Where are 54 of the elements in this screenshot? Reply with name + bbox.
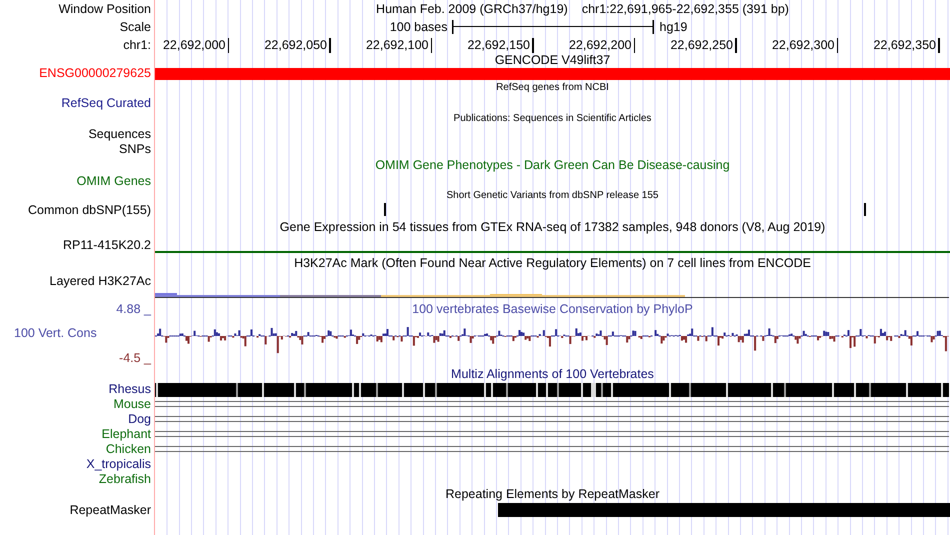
coordinate-label: 22,692,200 (568, 38, 632, 52)
track-title: Publications: Sequences in Scientific Articles (452, 114, 652, 124)
tick-mark (836, 38, 838, 52)
track-label: Layered H3K27Ac (50, 275, 151, 288)
assembly-text: hg19 (658, 20, 688, 34)
track-label: Common dbSNP(155) (28, 204, 151, 216)
variant-mark (864, 203, 866, 216)
track-label: Dog (128, 413, 151, 426)
track-label: Elephant (102, 428, 151, 441)
track-title: Repeating Elements by RepeatMasker (444, 488, 660, 501)
variant-mark (384, 203, 386, 216)
track-title: Gene Expression in 54 tissues from GTEx RNA-seq of 17382 samples, 948 donors (V8, Aug 2019) (278, 220, 826, 234)
track-label: SNPs (119, 143, 151, 156)
track-title: RefSeq genes from NCBI (495, 83, 610, 93)
track-label: OMIM Genes (76, 175, 151, 188)
track-label: RP11-415K20.2 (62, 238, 151, 252)
track-label: 100 Vert. Cons (14, 326, 97, 340)
tick-mark (532, 38, 534, 52)
assembly-title: Human Feb. 2009 (GRCh37/hg19) (376, 2, 568, 16)
track-label: 4.88 _ (116, 303, 151, 316)
track-label: -4.5 _ (119, 352, 151, 364)
track-title: H3K27Ac Mark (Often Found Near Active Regulatory Elements) on 7 cell lines from ENCODE (293, 256, 812, 270)
tick-mark (938, 38, 940, 52)
position-text: chr1:22,691,965-22,692,355 (391 bp) (582, 2, 789, 16)
coordinate-label: 22,692,100 (366, 38, 430, 52)
scale-text: 100 bases (390, 20, 448, 34)
track-title: Short Genetic Variants from dbSNP release 155 (446, 190, 660, 200)
track-label: Rhesus (108, 383, 151, 396)
tick-mark (634, 38, 635, 52)
track-label: Sequences (88, 128, 151, 141)
track-title: OMIM Gene Phenotypes - Dark Green Can Be Disease-causing (374, 159, 731, 172)
track-label: RepeatMasker (70, 504, 151, 516)
track-title: GENCODE V49lift37 (494, 54, 612, 66)
track-title: Multiz Alignments of 100 Vertebrates (450, 368, 655, 380)
track-title: 100 vertebrates Basewise Conservation by PhyloP (411, 303, 694, 316)
row-label: Scale (120, 20, 151, 34)
coordinate-label: 22,692,250 (670, 38, 734, 52)
track-label: Mouse (113, 398, 151, 411)
coordinate-label: 22,692,300 (772, 38, 836, 52)
row-label: chr1: (123, 38, 151, 52)
track-label: X_tropicalis (86, 458, 151, 471)
track-label: Chicken (106, 443, 151, 456)
tick-mark (228, 38, 229, 52)
track-label: Zebrafish (98, 473, 151, 486)
coordinate-label: 22,692,150 (467, 38, 531, 52)
row-label: Window Position (58, 2, 151, 16)
tick-mark (430, 38, 432, 52)
track-label: ENSG00000279625 (39, 66, 151, 80)
coordinate-label: 22,692,000 (162, 38, 226, 52)
tick-mark (735, 38, 736, 52)
coordinate-label: 22,692,050 (264, 38, 328, 52)
tick-mark (329, 38, 330, 52)
track-label: RefSeq Curated (61, 97, 151, 110)
coordinate-label: 22,692,350 (873, 38, 937, 52)
